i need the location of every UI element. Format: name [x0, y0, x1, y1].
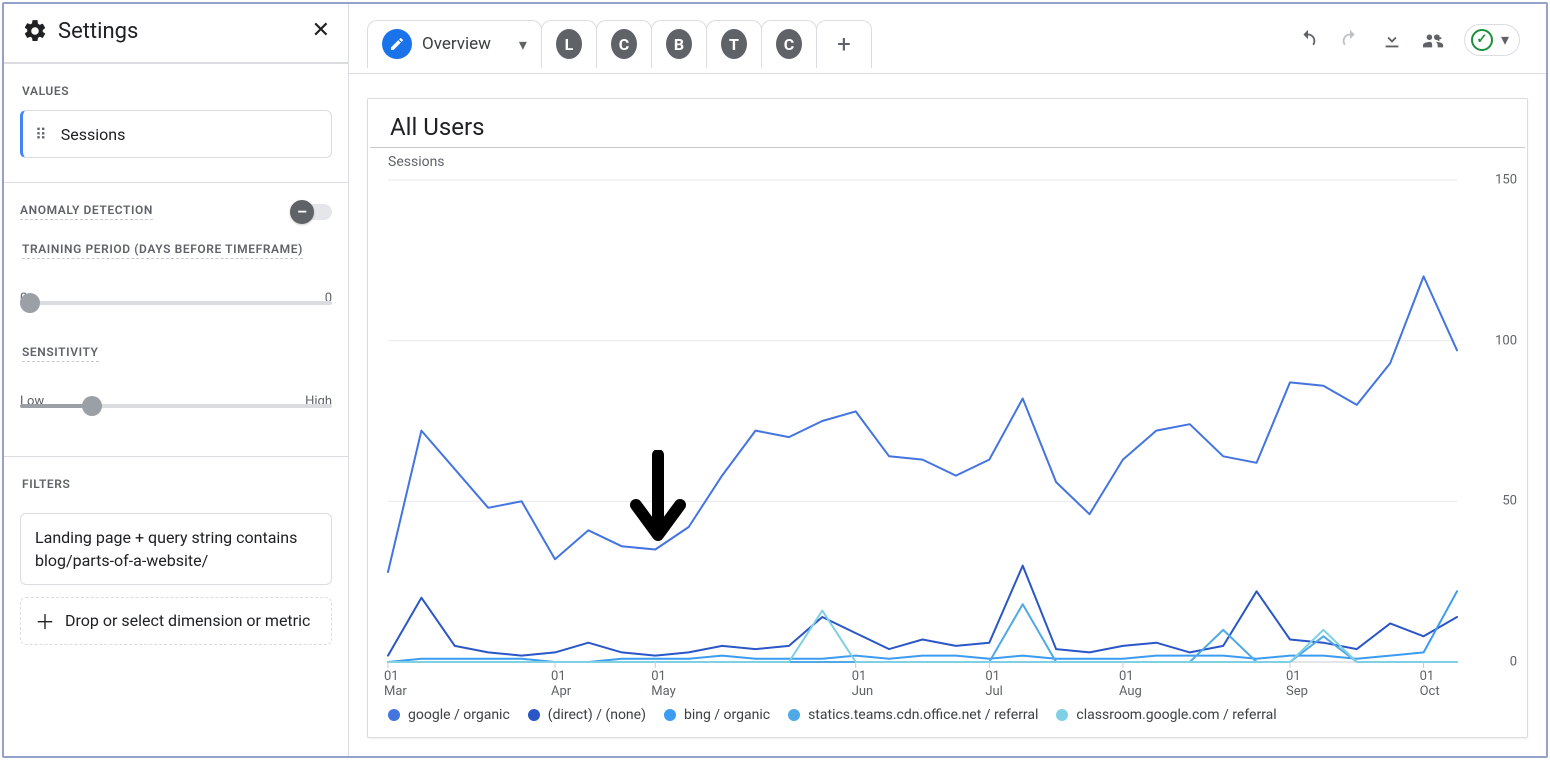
close-icon[interactable]: ✕	[312, 20, 330, 42]
tab-letter-0: L	[556, 29, 582, 59]
tab-letter-3: T	[721, 29, 747, 59]
chart-title: All Users	[370, 99, 1525, 148]
filters-label: FILTERS	[22, 477, 70, 493]
tab-overview[interactable]: Overview ▾	[367, 20, 542, 68]
x-tick-label: 01May	[651, 670, 675, 699]
y-tick-label: 100	[1495, 333, 1517, 348]
anomaly-label: ANOMALY DETECTION	[20, 203, 153, 220]
tab-letter-2: B	[666, 29, 692, 59]
tab-add[interactable]: +	[816, 20, 872, 68]
x-tick-label: 01Jun	[852, 670, 874, 699]
add-filter-dropzone[interactable]: ＋ Drop or select dimension or metric	[20, 597, 332, 645]
chart-subtitle: Sessions	[368, 148, 1527, 170]
y-tick-label: 0	[1510, 655, 1517, 670]
tab-letter-4: C	[776, 29, 802, 59]
x-tick-label: 01Aug	[1119, 670, 1142, 699]
pencil-icon	[382, 29, 412, 59]
x-tick-label: 01Apr	[551, 670, 571, 699]
settings-header: Settings ✕	[4, 4, 348, 63]
toolbar-actions: ✓ ▾	[1296, 24, 1528, 64]
check-circle-icon: ✓	[1471, 29, 1493, 51]
training-label: TRAINING PERIOD (DAYS BEFORE TIMEFRAME)	[22, 242, 303, 259]
chart-plot[interactable]: 0 50 100 150 01Mar 01Apr 01May 01Jun 01Jul 01Aug 0…	[368, 170, 1527, 701]
caret-down-icon[interactable]: ▾	[519, 35, 527, 54]
download-icon[interactable]	[1380, 28, 1404, 52]
settings-title: Settings	[58, 19, 138, 44]
y-tick-label: 150	[1495, 173, 1517, 188]
tab-mini-1[interactable]: C	[596, 20, 652, 68]
chart-card: All Users Sessions 0 50 100 150 01Mar 01Apr 01…	[367, 98, 1528, 738]
share-icon[interactable]	[1422, 28, 1446, 52]
anomaly-toggle[interactable]: –	[292, 204, 332, 220]
tab-strip: Overview ▾ L C B T C +	[367, 20, 871, 68]
tab-mini-0[interactable]: L	[541, 20, 597, 68]
drop-text: Drop or select dimension or metric	[65, 610, 310, 632]
undo-icon[interactable]	[1296, 28, 1320, 52]
chart-svg	[368, 170, 1527, 717]
sensitivity-slider[interactable]: Low High	[20, 394, 332, 434]
x-tick-label: 01Mar	[384, 670, 407, 699]
tab-mini-4[interactable]: C	[761, 20, 817, 68]
redo-icon[interactable]	[1338, 28, 1362, 52]
y-tick-label: 50	[1502, 494, 1517, 509]
tab-letter-1: C	[611, 29, 637, 59]
anomaly-knob-icon: –	[297, 202, 307, 221]
x-tick-label: 01Jul	[985, 670, 1003, 699]
tab-mini-3[interactable]: T	[706, 20, 762, 68]
top-toolbar: Overview ▾ L C B T C + ✓ ▾	[349, 4, 1546, 74]
sensitivity-label: SENSITIVITY	[22, 345, 99, 362]
plus-icon: +	[837, 30, 851, 58]
filter-chip-landing-page[interactable]: Landing page + query string contains blo…	[20, 513, 332, 585]
x-tick-label: 01Oct	[1420, 670, 1440, 699]
plus-icon: ＋	[35, 612, 55, 632]
tab-overview-label: Overview	[422, 34, 491, 54]
main-area: Overview ▾ L C B T C + ✓ ▾	[349, 4, 1546, 756]
status-pill[interactable]: ✓ ▾	[1464, 24, 1520, 56]
values-label: VALUES	[22, 84, 69, 100]
settings-sidebar: Settings ✕ VALUES ⠿ Sessions ANOMALY DET…	[4, 4, 349, 756]
values-chip-sessions[interactable]: ⠿ Sessions	[20, 110, 332, 158]
caret-down-icon: ▾	[1501, 30, 1509, 49]
training-slider[interactable]: 0 0	[20, 291, 332, 331]
drag-handle-icon[interactable]: ⠿	[35, 125, 49, 144]
values-chip-text: Sessions	[61, 125, 126, 144]
tab-mini-2[interactable]: B	[651, 20, 707, 68]
gear-icon	[22, 18, 48, 44]
x-tick-label: 01Sep	[1286, 670, 1308, 699]
